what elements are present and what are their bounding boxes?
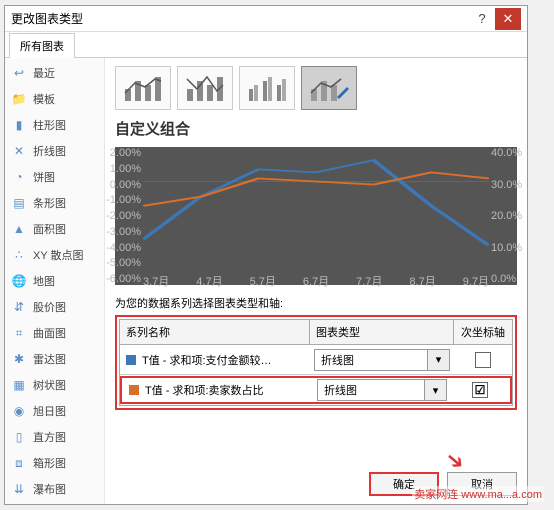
nav-icon: ⇊ [11, 481, 27, 497]
nav-icon: ∴ [11, 247, 27, 263]
tab-bar: 所有图表 [5, 32, 527, 58]
series-grid-highlight: 系列名称 图表类型 次坐标轴 T值 - 求和项:支付金额较…折线图▾T值 - 求… [115, 315, 517, 410]
nav-icon: ✱ [11, 351, 27, 367]
nav-item-16[interactable]: ⇊ 瀑布图 [5, 476, 104, 502]
nav-label: 模板 [33, 91, 55, 107]
series-grid-header: 系列名称 图表类型 次坐标轴 [120, 320, 512, 345]
nav-label: 柱形图 [33, 117, 66, 133]
series-grid: 系列名称 图表类型 次坐标轴 T值 - 求和项:支付金额较…折线图▾T值 - 求… [119, 319, 513, 406]
section-title: 自定义组合 [115, 118, 517, 139]
nav-icon: 📁 [11, 91, 27, 107]
col-secondary-axis: 次坐标轴 [454, 320, 512, 344]
col-chart-type: 图表类型 [310, 320, 454, 344]
nav-item-15[interactable]: ⧈ 箱形图 [5, 450, 104, 476]
nav-icon: ▯ [11, 429, 27, 445]
nav-label: 箱形图 [33, 455, 66, 471]
nav-label: 瀑布图 [33, 481, 66, 497]
nav-label: 折线图 [33, 143, 66, 159]
dialog-body: ↩ 最近 📁 模板 ▮ 柱形图 ✕ 折线图 ◔ 饼图 ▤ 条形图 ▲ 面积图 ∴ XY 散点图 🌐 地图 ⇵ 股价图 ⌗… [5, 58, 527, 504]
nav-label: 直方图 [33, 429, 66, 445]
series-name: T值 - 求和项:卖家数占比 [145, 382, 264, 398]
nav-item-1[interactable]: 📁 模板 [5, 86, 104, 112]
nav-icon: ◔ [11, 169, 27, 185]
nav-item-9[interactable]: ⇵ 股价图 [5, 294, 104, 320]
series-picker-label: 为您的数据系列选择图表类型和轴: [115, 295, 517, 311]
combo-subtype-3[interactable] [239, 66, 295, 110]
nav-item-12[interactable]: ▦ 树状图 [5, 372, 104, 398]
nav-icon: ▮ [11, 117, 27, 133]
titlebar: 更改图表类型 ? ✕ [5, 6, 527, 32]
nav-icon: ▤ [11, 195, 27, 211]
chart-type-select[interactable]: 折线图▾ [317, 379, 447, 401]
nav-item-10[interactable]: ⌗ 曲面图 [5, 320, 104, 346]
nav-icon: ⌗ [11, 325, 27, 341]
chart-type-value: 折线图 [318, 380, 424, 400]
help-button[interactable]: ? [469, 8, 495, 30]
nav-icon: ⇵ [11, 299, 27, 315]
chevron-down-icon: ▾ [424, 380, 446, 400]
dialog-title: 更改图表类型 [11, 10, 469, 27]
nav-icon: ◉ [11, 403, 27, 419]
watermark: 卖家网连 www.ma...a.com [412, 486, 544, 502]
nav-label: 树状图 [33, 377, 66, 393]
series-color-swatch [129, 385, 139, 395]
change-chart-type-dialog: 更改图表类型 ? ✕ 所有图表 ↩ 最近 📁 模板 ▮ 柱形图 ✕ 折线图 ◔ 饼图 ▤ 条形图 ▲ 面积… [4, 5, 528, 505]
y-axis-left: 2.00%1.00%0.00%-1.00%-2.00%-3.00%-4.00%-… [115, 147, 143, 273]
series-row: T值 - 求和项:支付金额较… 折线图▾ [120, 345, 512, 375]
nav-item-3[interactable]: ✕ 折线图 [5, 138, 104, 164]
combo-subtype-2[interactable] [177, 66, 233, 110]
series-color-swatch [126, 355, 136, 365]
main-panel: 自定义组合 2.00%1.00%0.00%-1.00%-2.00%-3.00%-… [105, 58, 527, 504]
chart-category-nav: ↩ 最近 📁 模板 ▮ 柱形图 ✕ 折线图 ◔ 饼图 ▤ 条形图 ▲ 面积图 ∴ XY 散点图 🌐 地图 ⇵ 股价图 ⌗… [5, 58, 105, 504]
nav-icon: ✕ [11, 143, 27, 159]
nav-item-11[interactable]: ✱ 雷达图 [5, 346, 104, 372]
secondary-axis-checkbox[interactable] [475, 352, 491, 368]
nav-label: 雷达图 [33, 351, 66, 367]
nav-label: 旭日图 [33, 403, 66, 419]
y-axis-right: 40.0%30.0%20.0%10.0%0.0% [489, 147, 517, 273]
series-row: T值 - 求和项:卖家数占比 折线图▾ ☑ [120, 375, 512, 405]
nav-label: 最近 [33, 65, 55, 81]
secondary-axis-checkbox[interactable]: ☑ [472, 382, 488, 398]
chart-preview: 2.00%1.00%0.00%-1.00%-2.00%-3.00%-4.00%-… [115, 147, 517, 285]
nav-label: 曲面图 [33, 325, 66, 341]
tab-all-charts[interactable]: 所有图表 [9, 33, 75, 58]
nav-item-5[interactable]: ▤ 条形图 [5, 190, 104, 216]
nav-label: 条形图 [33, 195, 66, 211]
subtype-row [115, 66, 517, 110]
nav-icon: ▲ [11, 221, 27, 237]
nav-item-17[interactable]: ▽漏斗图 [5, 502, 104, 504]
nav-label: 饼图 [33, 169, 55, 185]
combo-subtype-1[interactable] [115, 66, 171, 110]
nav-label: 股价图 [33, 299, 66, 315]
combo-subtype-custom[interactable] [301, 66, 357, 110]
nav-item-7[interactable]: ∴ XY 散点图 [5, 242, 104, 268]
col-series-name: 系列名称 [120, 320, 310, 344]
series-name: T值 - 求和项:支付金额较… [142, 352, 272, 368]
close-button[interactable]: ✕ [495, 8, 521, 30]
chart-type-value: 折线图 [315, 350, 427, 370]
nav-item-14[interactable]: ▯ 直方图 [5, 424, 104, 450]
nav-item-8[interactable]: 🌐 地图 [5, 268, 104, 294]
nav-icon: 🌐 [11, 273, 27, 289]
nav-item-13[interactable]: ◉ 旭日图 [5, 398, 104, 424]
nav-label: 面积图 [33, 221, 66, 237]
nav-item-4[interactable]: ◔ 饼图 [5, 164, 104, 190]
x-axis: 3.7月4.7月5.7月6.7月7.7月8.7月9.7月 [143, 273, 489, 285]
chart-type-select[interactable]: 折线图▾ [314, 349, 450, 371]
nav-item-0[interactable]: ↩ 最近 [5, 60, 104, 86]
chevron-down-icon: ▾ [427, 350, 449, 370]
nav-icon: ⧈ [11, 455, 27, 471]
nav-icon: ↩ [11, 65, 27, 81]
nav-item-2[interactable]: ▮ 柱形图 [5, 112, 104, 138]
nav-item-6[interactable]: ▲ 面积图 [5, 216, 104, 242]
nav-icon: ▦ [11, 377, 27, 393]
nav-label: XY 散点图 [33, 247, 84, 263]
nav-label: 地图 [33, 273, 55, 289]
chart-svg [143, 151, 489, 273]
